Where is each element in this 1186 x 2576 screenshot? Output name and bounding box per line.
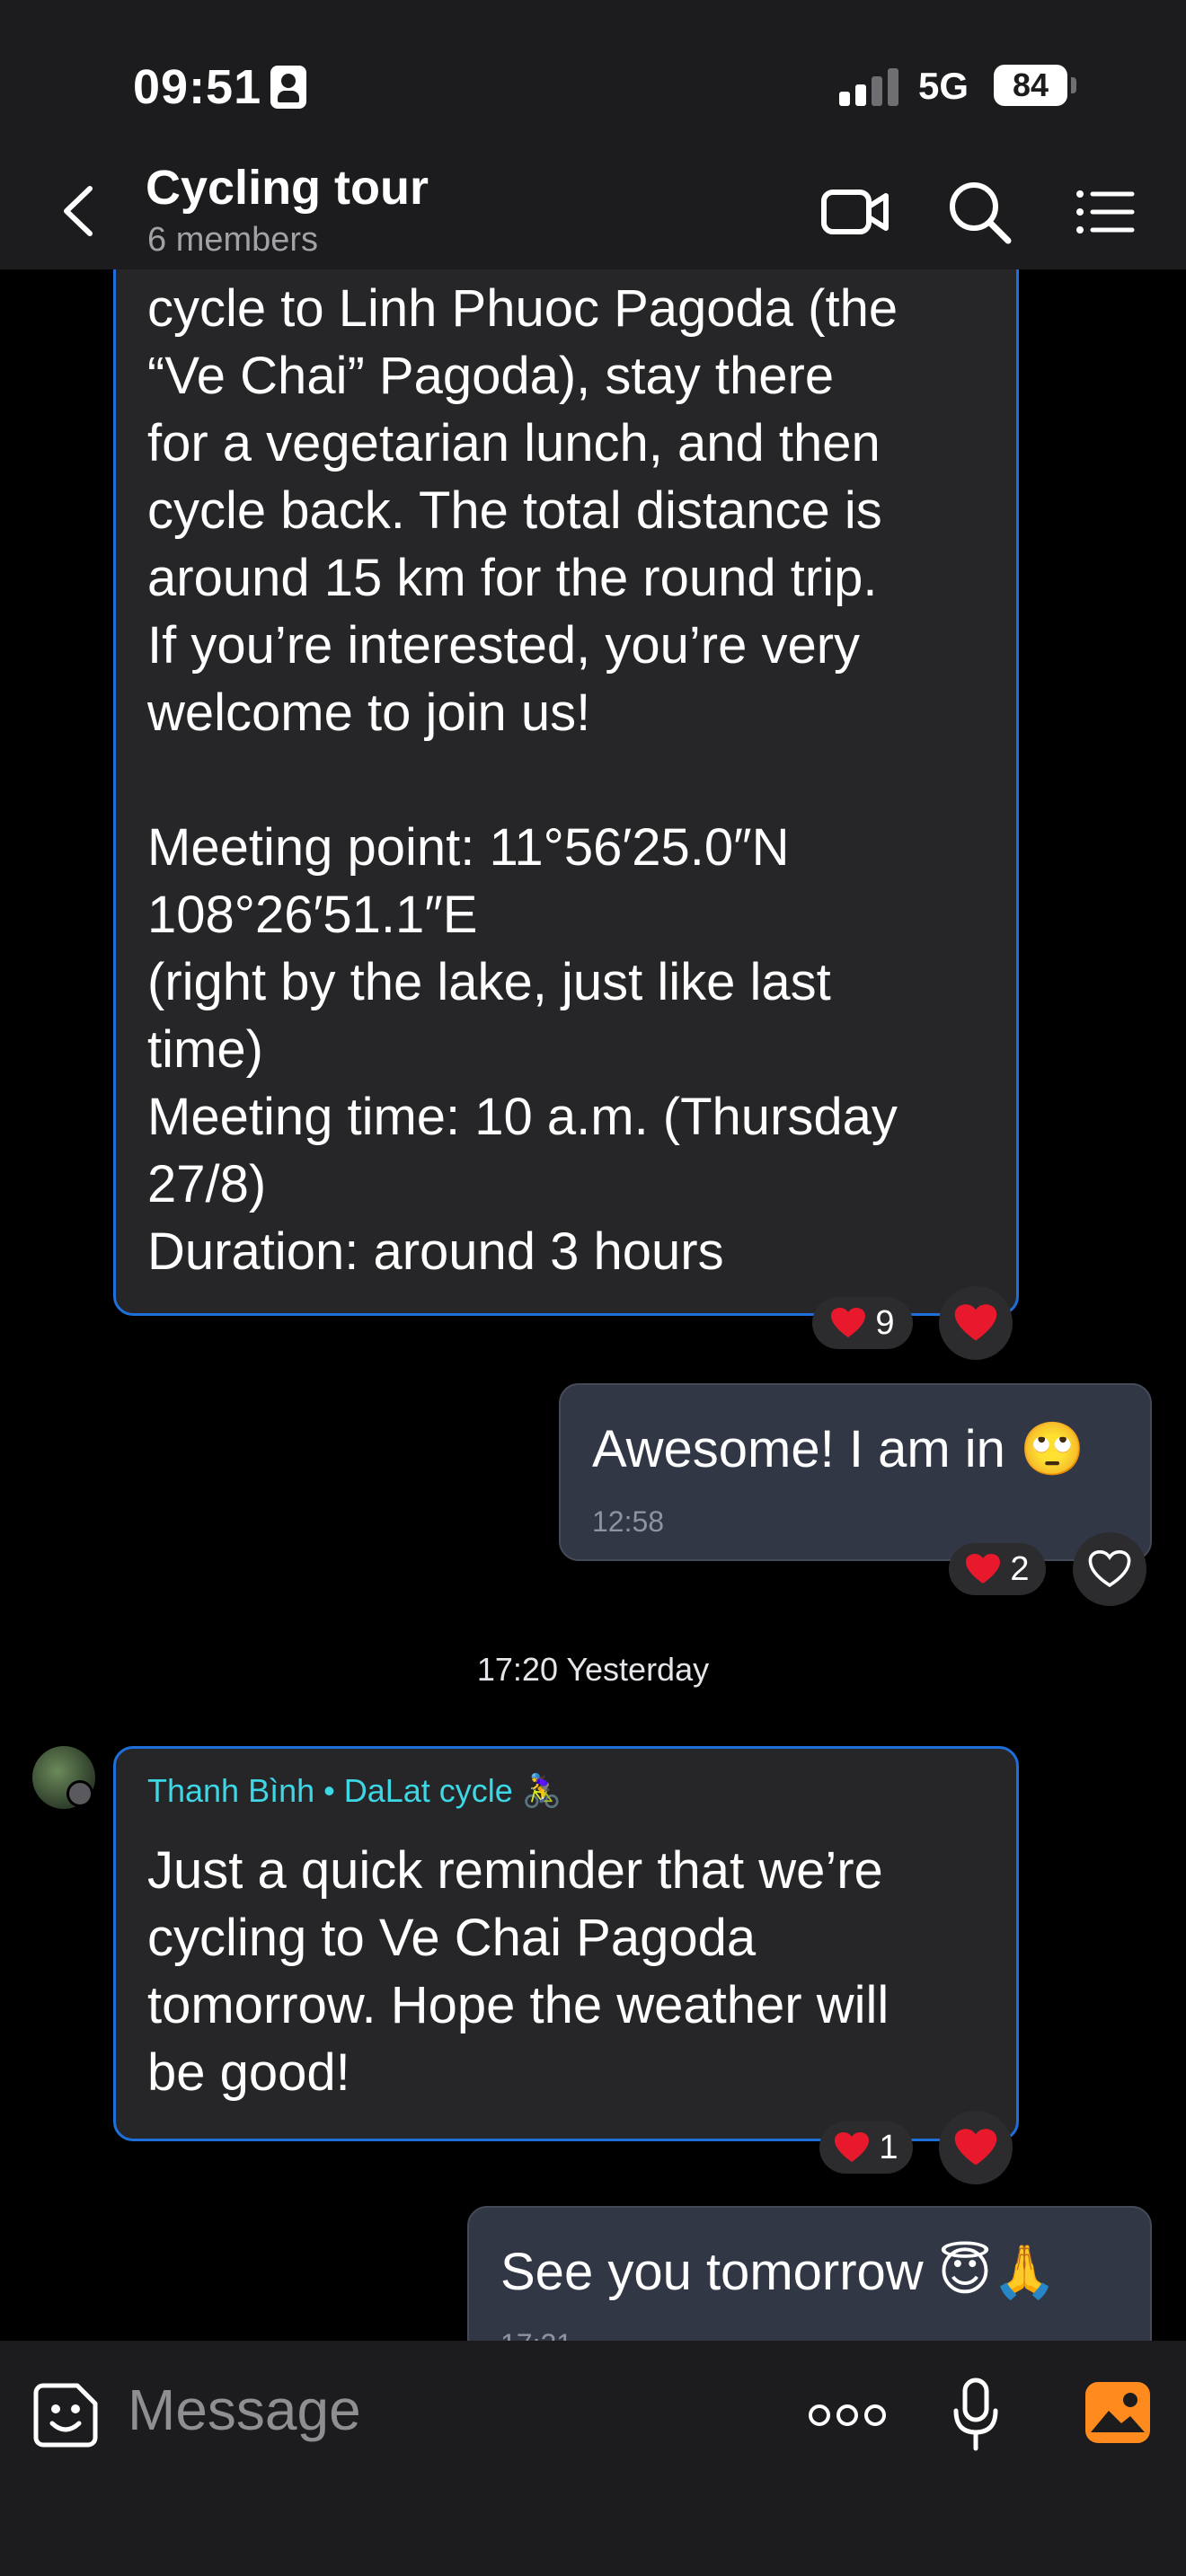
reaction-count: 9 xyxy=(875,1303,895,1342)
search-button[interactable] xyxy=(943,176,1015,248)
message-bubble-incoming[interactable]: Thanh Bình • DaLat cycle 🚴‍♀️ Just a qui… xyxy=(113,1746,1019,2141)
heart-icon xyxy=(954,2129,997,2166)
signal-strength-icon xyxy=(839,68,902,106)
reaction-count: 2 xyxy=(1010,1549,1030,1588)
date-separator: 17:20 Yesterday xyxy=(476,1651,710,1688)
message-bubble-outgoing[interactable]: Awesome! I am in 🙄 12:58 xyxy=(559,1383,1152,1561)
chat-title[interactable]: Cycling tour xyxy=(146,160,429,216)
network-type: 5G xyxy=(918,65,969,107)
video-call-icon xyxy=(821,190,889,234)
voice-message-button[interactable] xyxy=(951,2377,1001,2452)
message-text: cycle to Linh Phuoc Pagoda (the “Ve Chai… xyxy=(147,279,898,1281)
reaction-count-pill[interactable]: 1 xyxy=(819,2122,913,2174)
react-heart-button[interactable] xyxy=(939,1286,1013,1360)
status-time: 09:51 xyxy=(133,59,307,115)
sticker-icon xyxy=(33,2383,98,2448)
reaction-count-pill[interactable]: 2 xyxy=(949,1543,1046,1595)
heart-outline-icon xyxy=(1088,1549,1131,1588)
battery-level: 84 xyxy=(994,65,1067,106)
photo-button[interactable] xyxy=(1084,2380,1152,2445)
admin-key-icon xyxy=(66,1780,93,1807)
message-input[interactable]: Message xyxy=(128,2377,361,2443)
more-icon xyxy=(809,2404,886,2426)
person-badge-icon xyxy=(270,66,307,109)
search-icon xyxy=(950,182,1012,244)
heart-icon xyxy=(954,1304,997,1341)
battery-tip xyxy=(1071,77,1076,93)
reaction-count: 1 xyxy=(879,2128,898,2166)
back-icon xyxy=(64,186,93,236)
heart-icon xyxy=(966,1554,1001,1584)
sticker-button[interactable] xyxy=(31,2380,101,2450)
menu-list-icon xyxy=(1076,190,1135,234)
react-heart-button[interactable] xyxy=(939,2111,1013,2184)
message-bubble-incoming[interactable]: cycle to Linh Phuoc Pagoda (the “Ve Chai… xyxy=(113,180,1019,1316)
message-time: 12:58 xyxy=(592,1505,665,1538)
message-text: Awesome! I am in 🙄 xyxy=(592,1420,1085,1478)
heart-icon xyxy=(831,1308,866,1337)
reaction-count-pill[interactable]: 9 xyxy=(812,1297,913,1349)
photo-icon xyxy=(1085,2382,1150,2443)
heart-icon xyxy=(835,2132,870,2162)
sender-name[interactable]: Thanh Bình • DaLat cycle 🚴‍♀️ xyxy=(147,1772,562,1810)
member-count[interactable]: 6 members xyxy=(147,221,318,260)
more-button[interactable] xyxy=(807,2400,888,2430)
video-call-button[interactable] xyxy=(819,176,891,248)
message-text: See you tomorrow 😇🙏 xyxy=(500,2243,1058,2301)
top-bar: 09:51 5G 84 Cycling tour 6 members xyxy=(0,0,1186,269)
back-button[interactable] xyxy=(54,180,104,243)
message-text: Just a quick reminder that we’re cycling… xyxy=(147,1841,890,2102)
microphone-icon xyxy=(953,2378,998,2451)
chat-menu-button[interactable] xyxy=(1069,176,1141,248)
react-heart-button[interactable] xyxy=(1073,1532,1146,1606)
